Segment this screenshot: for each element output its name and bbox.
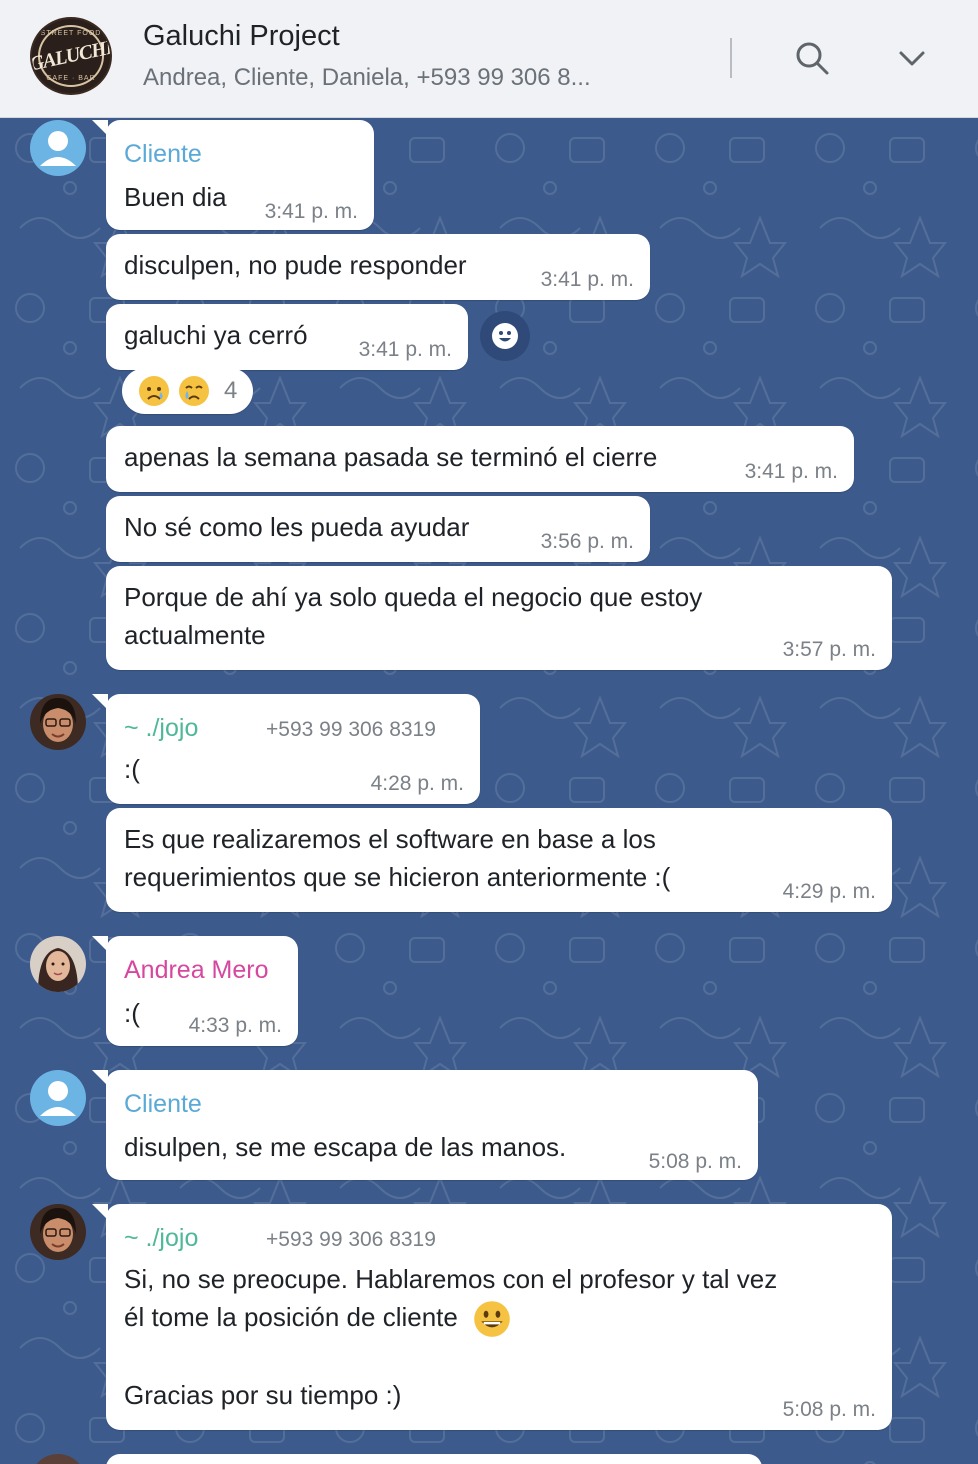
smiley-icon [492,323,518,349]
message-bubble[interactable]: No sé como les pueda ayudar 3:56 p. m. [106,496,650,562]
sender-name[interactable]: ~ ./jojo [124,1224,198,1253]
message-text: Buen dia [124,182,227,212]
chat-members[interactable]: Andrea, Cliente, Daniela, +593 99 306 8.… [143,64,591,92]
profile-photo [30,694,86,750]
crying-face-icon [179,376,209,406]
logo-top-text: STREET FOOD [40,30,102,37]
message-text: apenas la semana pasada se terminó el ci… [124,442,658,472]
user-icon [40,1081,76,1116]
sender-name[interactable]: Cliente [124,1090,202,1119]
message-time: 5:08 p. m. [782,1398,876,1421]
avatar-andrea-mero[interactable] [30,936,86,992]
message-bubble[interactable]: ~ ./jojo +593 99 306 8319 :( 4:28 p. m. [92,694,480,804]
message-text-line: él tome la posición de cliente [124,1298,511,1338]
message-time: 3:41 p. m. [540,268,634,291]
message-bubble[interactable]: Porque de ahí ya solo queda el negocio q… [106,566,892,670]
header-divider [730,38,732,78]
reaction-count: 4 [224,377,238,404]
message-time: 4:33 p. m. [188,1014,282,1037]
avatar-jojo[interactable] [30,1204,86,1260]
message-bubble[interactable]: apenas la semana pasada se terminó el ci… [106,426,854,492]
grinning-face-icon [474,1301,510,1337]
message-time: 4:29 p. m. [782,880,876,903]
search-button[interactable] [792,38,832,78]
message-text: :( [124,754,140,784]
logo-bottom-text: CAFE · BAR [46,75,96,82]
message-text-line: Porque de ahí ya solo queda el negocio q… [124,582,703,612]
message-time: 3:57 p. m. [782,638,876,661]
message-time: 3:41 p. m. [358,338,452,361]
sender-name[interactable]: ~ ./jojo [124,714,198,743]
message-bubble[interactable]: galuchi ya cerró 3:41 p. m. [106,304,468,370]
profile-photo [30,936,86,992]
message-text-segment: él tome la posición de cliente [124,1302,458,1332]
message-time: 5:08 p. m. [648,1150,742,1173]
reactions-bar[interactable]: 4 [122,368,254,414]
avatar-cliente[interactable] [30,120,86,176]
group-avatar[interactable]: STREET FOOD GALUCHI CAFE · BAR [30,17,112,95]
message-bubble[interactable]: disculpen, no pude responder 3:41 p. m. [106,234,650,300]
bubble-tail [92,694,108,710]
message-time: 3:56 p. m. [540,530,634,553]
chat-header[interactable]: STREET FOOD GALUCHI CAFE · BAR Galuchi P… [0,0,978,118]
bubble-tail [92,936,108,952]
sender-name[interactable]: Cliente [124,140,202,169]
sad-face-icon [139,376,169,406]
message-bubble[interactable]: Cliente disulpen, se me escapa de las ma… [92,1070,758,1180]
bubble-tail [92,120,108,136]
message-text-line: Es que realizaremos el software en base … [124,824,656,854]
bubble-tail [92,1070,108,1086]
message-list[interactable]: Cliente Buen dia 3:41 p. m. disculpen, n… [0,118,978,1464]
message-text: disculpen, no pude responder [124,250,467,280]
avatar-cliente[interactable] [30,1070,86,1126]
sender-name[interactable]: Andrea Mero [124,956,269,985]
message-text-line: actualmente [124,620,266,650]
message-bubble[interactable]: Andrea Mero :( 4:33 p. m. [92,936,298,1046]
message-time: 3:41 p. m. [744,460,838,483]
message-bubble[interactable]: ~ ./jojo +593 99 306 8319 Si, no se preo… [92,1204,892,1430]
search-icon [796,42,829,75]
message-text-line: Gracias por su tiempo :) [124,1380,402,1410]
bubble-tail [92,1204,108,1220]
chat-title[interactable]: Galuchi Project [143,20,340,53]
message-text: galuchi ya cerró [124,320,308,350]
sender-phone: +593 99 306 8319 [266,718,436,741]
message-text-line: Si, no se preocupe. Hablaremos con el pr… [124,1264,778,1294]
message-text: :( [124,998,140,1028]
message-text-line: requerimientos que se hicieron anteriorm… [124,862,671,892]
menu-button[interactable] [892,38,932,78]
message-bubble-partial[interactable] [106,1454,762,1464]
profile-photo [30,1204,86,1260]
message-text: disulpen, se me escapa de las manos. [124,1132,567,1162]
message-time: 4:28 p. m. [370,772,464,795]
add-reaction-button[interactable] [480,311,530,361]
message-text: No sé como les pueda ayudar [124,512,470,542]
user-icon [40,131,76,166]
avatar-jojo[interactable] [30,694,86,750]
message-bubble[interactable]: Cliente Buen dia 3:41 p. m. [92,120,374,230]
message-time: 3:41 p. m. [264,200,358,223]
chevron-down-icon [899,51,925,66]
sender-phone: +593 99 306 8319 [266,1228,436,1251]
message-bubble[interactable]: Es que realizaremos el software en base … [106,808,892,912]
